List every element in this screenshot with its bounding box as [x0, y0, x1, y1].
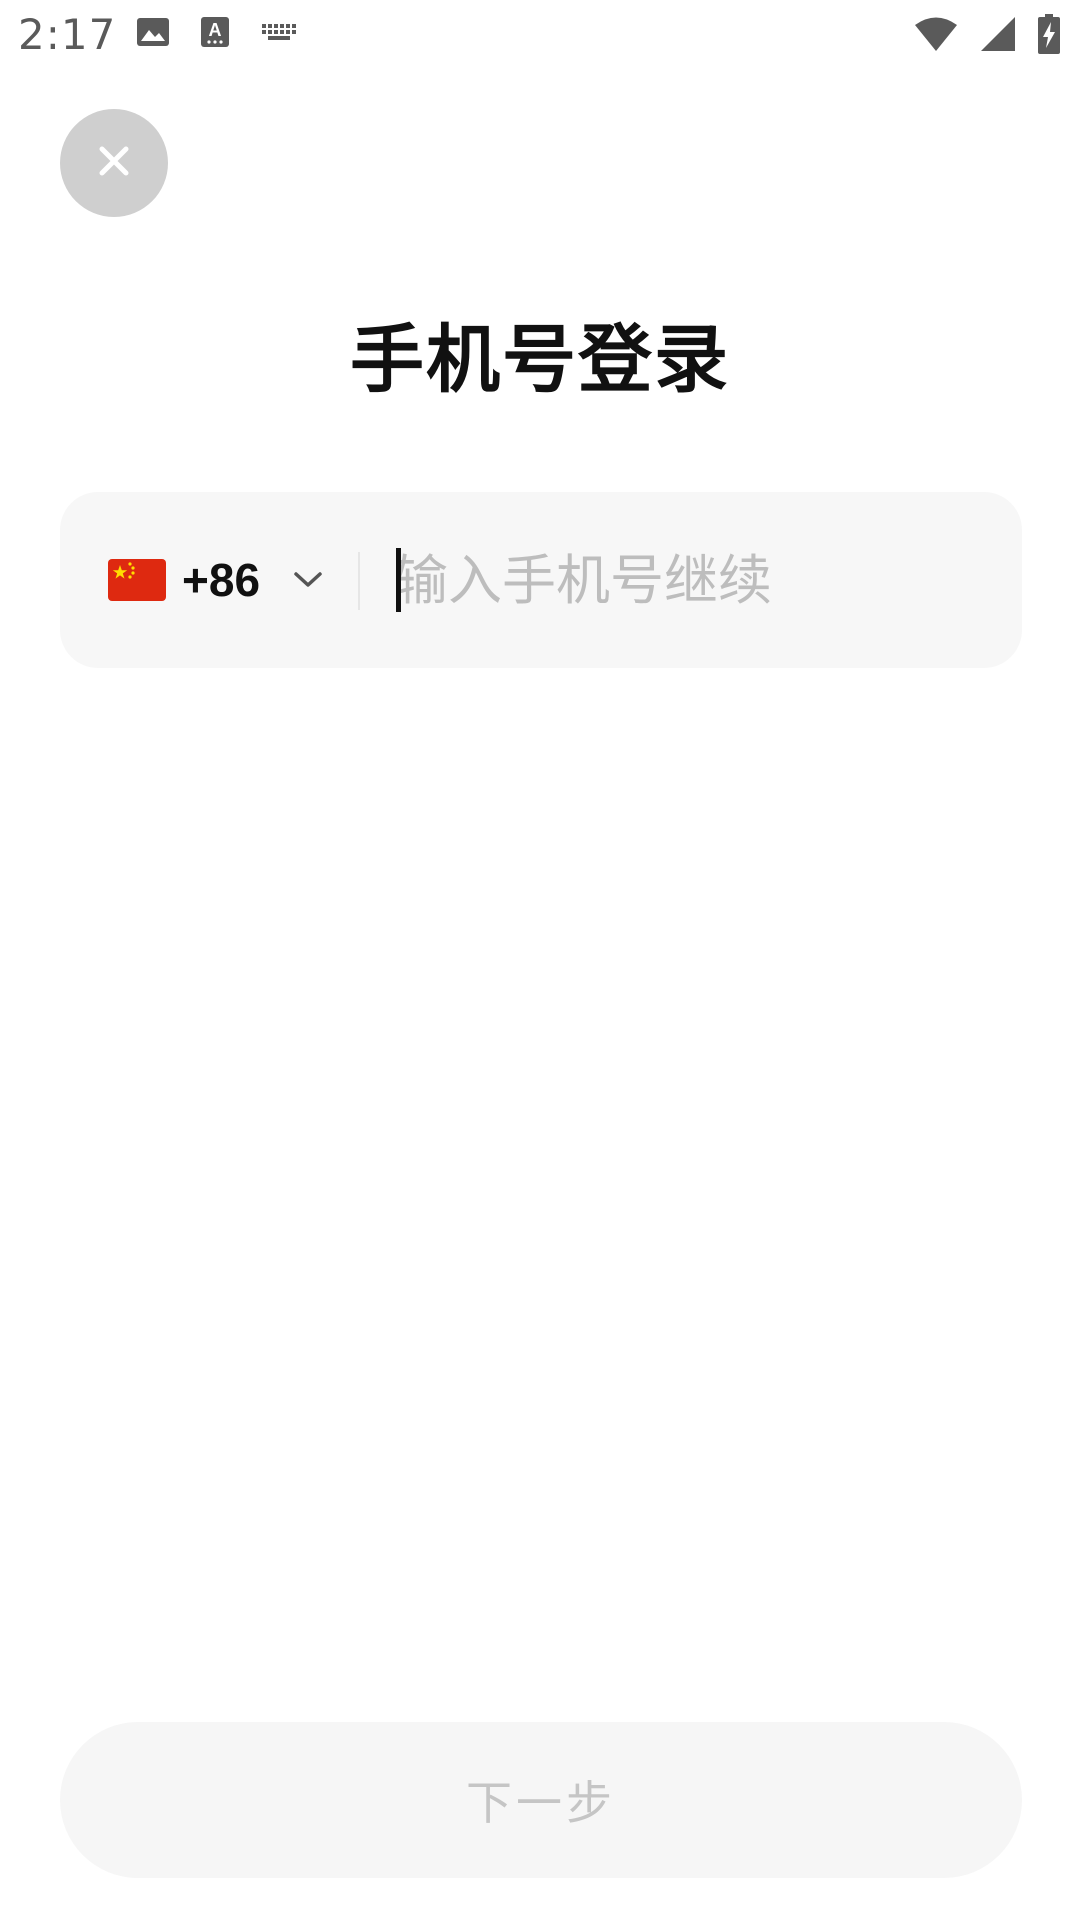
phone-input-card: +86	[60, 492, 1022, 668]
battery-charging-icon	[1038, 14, 1060, 54]
chevron-down-icon	[290, 568, 326, 592]
wifi-icon	[914, 16, 958, 52]
next-button[interactable]: 下一步	[60, 1722, 1022, 1878]
cell-signal-icon	[980, 16, 1016, 52]
keyboard-icon	[260, 20, 298, 44]
status-bar: 2:17 A	[0, 0, 1080, 72]
country-code: +86	[182, 554, 261, 606]
svg-text:A: A	[209, 20, 222, 40]
page-title: 手机号登录	[350, 317, 730, 403]
status-icons-right	[914, 14, 1060, 54]
text-cursor	[396, 548, 401, 612]
close-button[interactable]	[60, 109, 168, 217]
status-icons-left: A	[136, 16, 298, 48]
status-time: 2:17	[18, 10, 117, 59]
text-input-icon: A	[200, 16, 230, 48]
image-icon	[136, 17, 170, 47]
phone-number-input[interactable]	[394, 492, 984, 668]
divider	[358, 552, 360, 610]
close-icon	[98, 145, 130, 181]
country-code-selector[interactable]: +86	[108, 492, 326, 668]
china-flag-icon	[108, 559, 166, 601]
